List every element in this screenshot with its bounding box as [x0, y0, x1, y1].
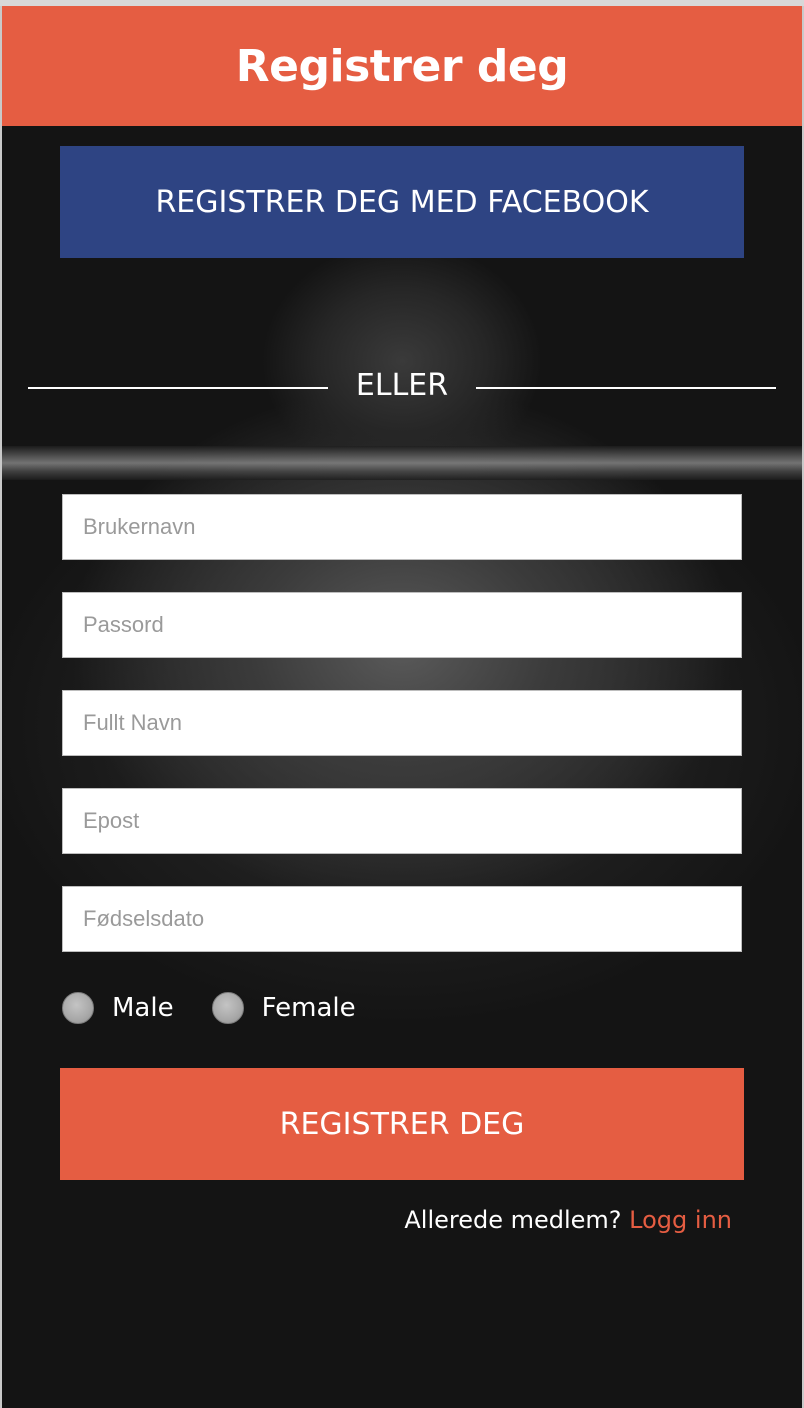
login-prompt-text: Allerede medlem? [404, 1206, 630, 1234]
username-field[interactable] [62, 494, 742, 560]
radio-label-male: Male [112, 993, 174, 1023]
password-field[interactable] [62, 592, 742, 658]
gender-radio-group: Male Female [62, 990, 394, 1026]
background-barbell [2, 446, 802, 480]
modal-header: Registrer deg [2, 6, 802, 126]
register-button[interactable]: REGISTRER DEG [60, 1068, 744, 1180]
email-field[interactable] [62, 788, 742, 854]
divider-line-right [476, 387, 776, 389]
birthdate-field[interactable] [62, 886, 742, 952]
browser-frame: Registrer deg REGISTRER DEG MED FACEBOOK… [0, 0, 804, 1408]
radio-male[interactable] [62, 992, 94, 1024]
login-link[interactable]: Logg inn [629, 1206, 732, 1234]
page-title: Registrer deg [235, 40, 569, 92]
divider-line-left [28, 387, 328, 389]
fullname-field[interactable] [62, 690, 742, 756]
gender-option-female[interactable]: Female [211, 992, 356, 1024]
gender-option-male[interactable]: Male [62, 992, 174, 1024]
divider-text: ELLER [355, 368, 449, 403]
login-prompt: Allerede medlem? Logg inn [404, 1206, 732, 1234]
facebook-register-button[interactable]: REGISTRER DEG MED FACEBOOK [60, 146, 744, 258]
registration-modal: Registrer deg REGISTRER DEG MED FACEBOOK… [2, 6, 802, 1408]
radio-label-female: Female [261, 993, 356, 1023]
radio-female[interactable] [211, 992, 244, 1024]
